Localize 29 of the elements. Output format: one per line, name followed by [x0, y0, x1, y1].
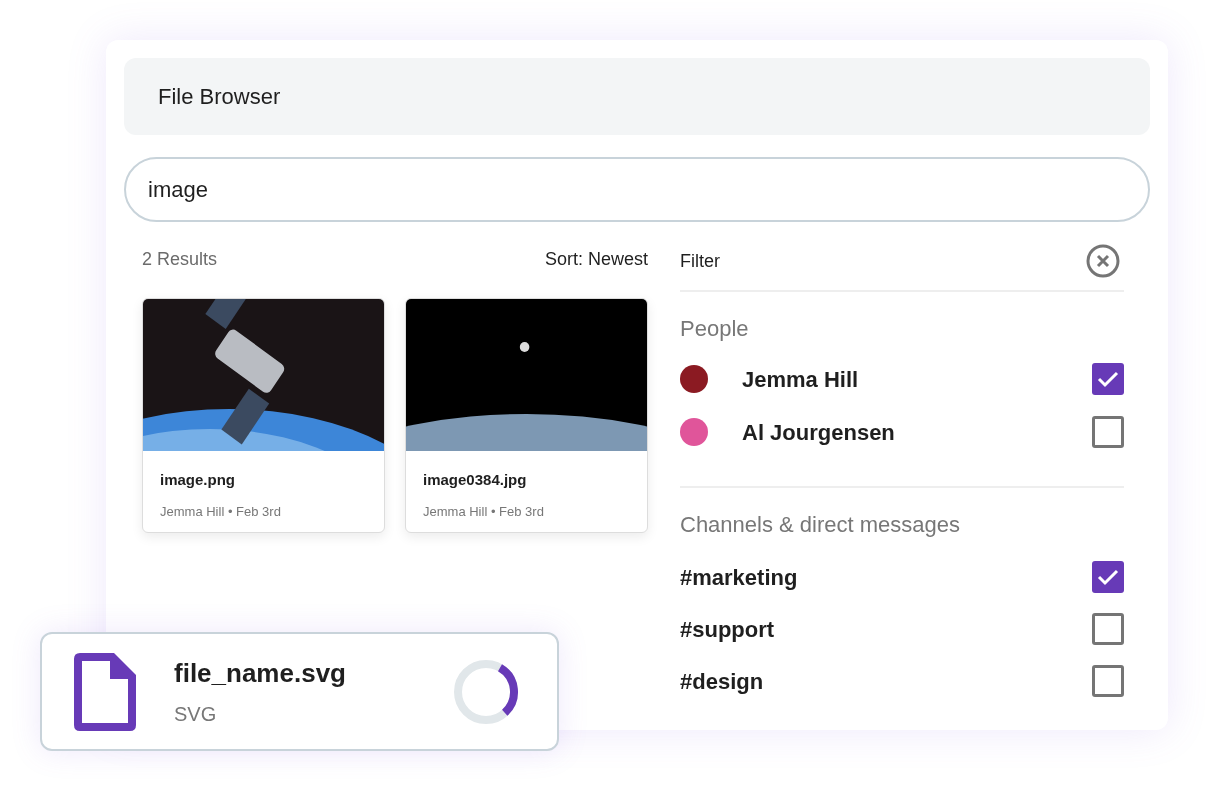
- checkbox[interactable]: [1092, 665, 1124, 697]
- channel-name: #support: [680, 615, 776, 644]
- check-icon: [1097, 370, 1119, 388]
- section-heading: People: [680, 315, 750, 343]
- channel-name: #design: [680, 667, 765, 696]
- search-field[interactable]: image: [124, 157, 1150, 222]
- person-name: Al Jourgensen: [742, 418, 896, 447]
- person-name: Jemma Hill: [742, 365, 860, 394]
- file-name: image.png: [160, 470, 236, 490]
- upload-file-name: file_name.svg: [174, 657, 347, 690]
- check-icon: [1097, 568, 1119, 586]
- checkbox[interactable]: [1092, 416, 1124, 448]
- checkbox[interactable]: [1092, 363, 1124, 395]
- file-card[interactable]: image.png Jemma Hill • Feb 3rd: [142, 298, 385, 533]
- channel-name: #marketing: [680, 563, 799, 592]
- file-meta: Jemma Hill • Feb 3rd: [423, 502, 545, 521]
- filter-title: Filter: [680, 249, 720, 273]
- file-name: image0384.jpg: [423, 470, 528, 490]
- file-icon: [72, 650, 138, 733]
- window-title: File Browser: [158, 83, 281, 111]
- section-heading: Channels & direct messages: [680, 511, 962, 539]
- checkbox[interactable]: [1092, 561, 1124, 593]
- sort-dropdown[interactable]: Sort: Newest: [544, 245, 648, 273]
- file-card[interactable]: image0384.jpg Jemma Hill • Feb 3rd: [405, 298, 648, 533]
- file-meta: Jemma Hill • Feb 3rd: [160, 502, 282, 521]
- close-icon[interactable]: [1086, 244, 1120, 278]
- checkbox[interactable]: [1092, 613, 1124, 645]
- upload-file-type: SVG: [174, 702, 218, 727]
- results-count: 2 Results: [142, 247, 218, 271]
